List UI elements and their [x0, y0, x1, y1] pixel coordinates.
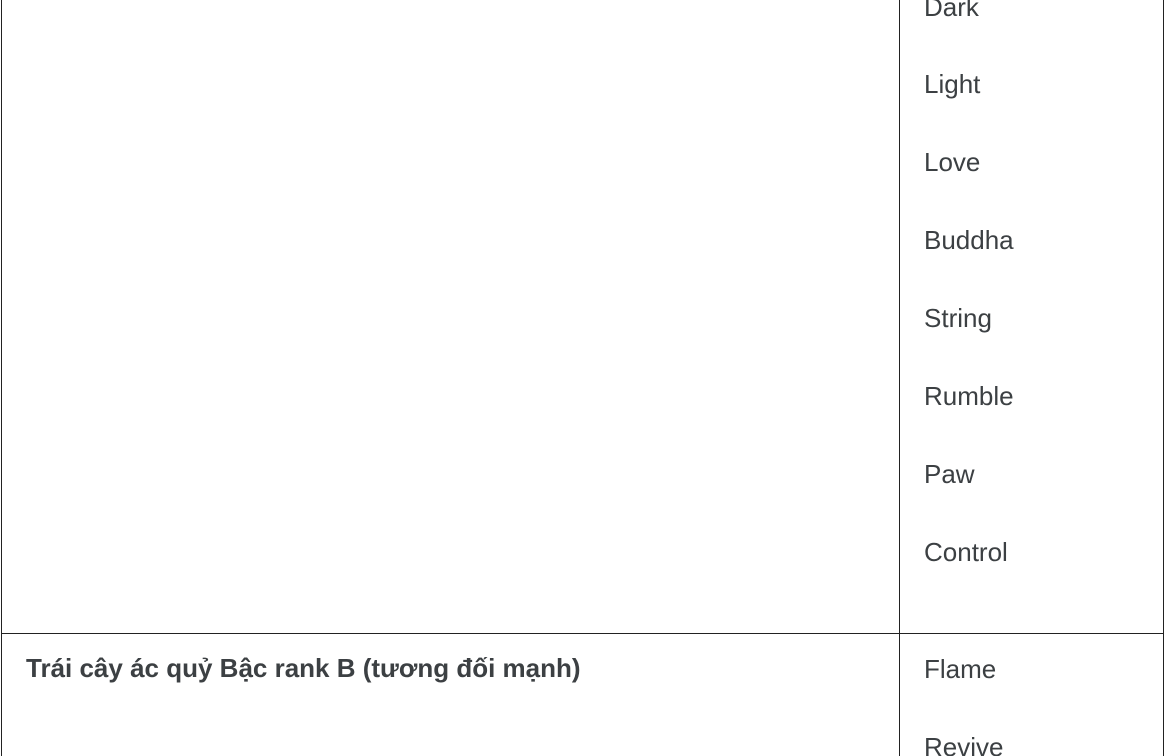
- list-item: Buddha: [924, 225, 1014, 255]
- list-item: Rumble: [924, 381, 1014, 411]
- list-item: String: [924, 303, 992, 333]
- rank-b-label: Trái cây ác quỷ Bậc rank B (tương đối mạ…: [26, 653, 581, 683]
- list-item: Revive: [924, 732, 1004, 756]
- fruit-rank-table: Dark Light Love Buddha String Rumble Paw…: [0, 0, 1167, 756]
- list-item: Love: [924, 147, 981, 177]
- table-cell-rank-empty: [1, 0, 899, 633]
- list-item: Light: [924, 69, 981, 99]
- list-item: Control: [924, 537, 1008, 567]
- table-row-divider: [1, 633, 1164, 634]
- list-item: Dark: [924, 0, 979, 22]
- list-item: Paw: [924, 459, 975, 489]
- list-item: Flame: [924, 654, 997, 684]
